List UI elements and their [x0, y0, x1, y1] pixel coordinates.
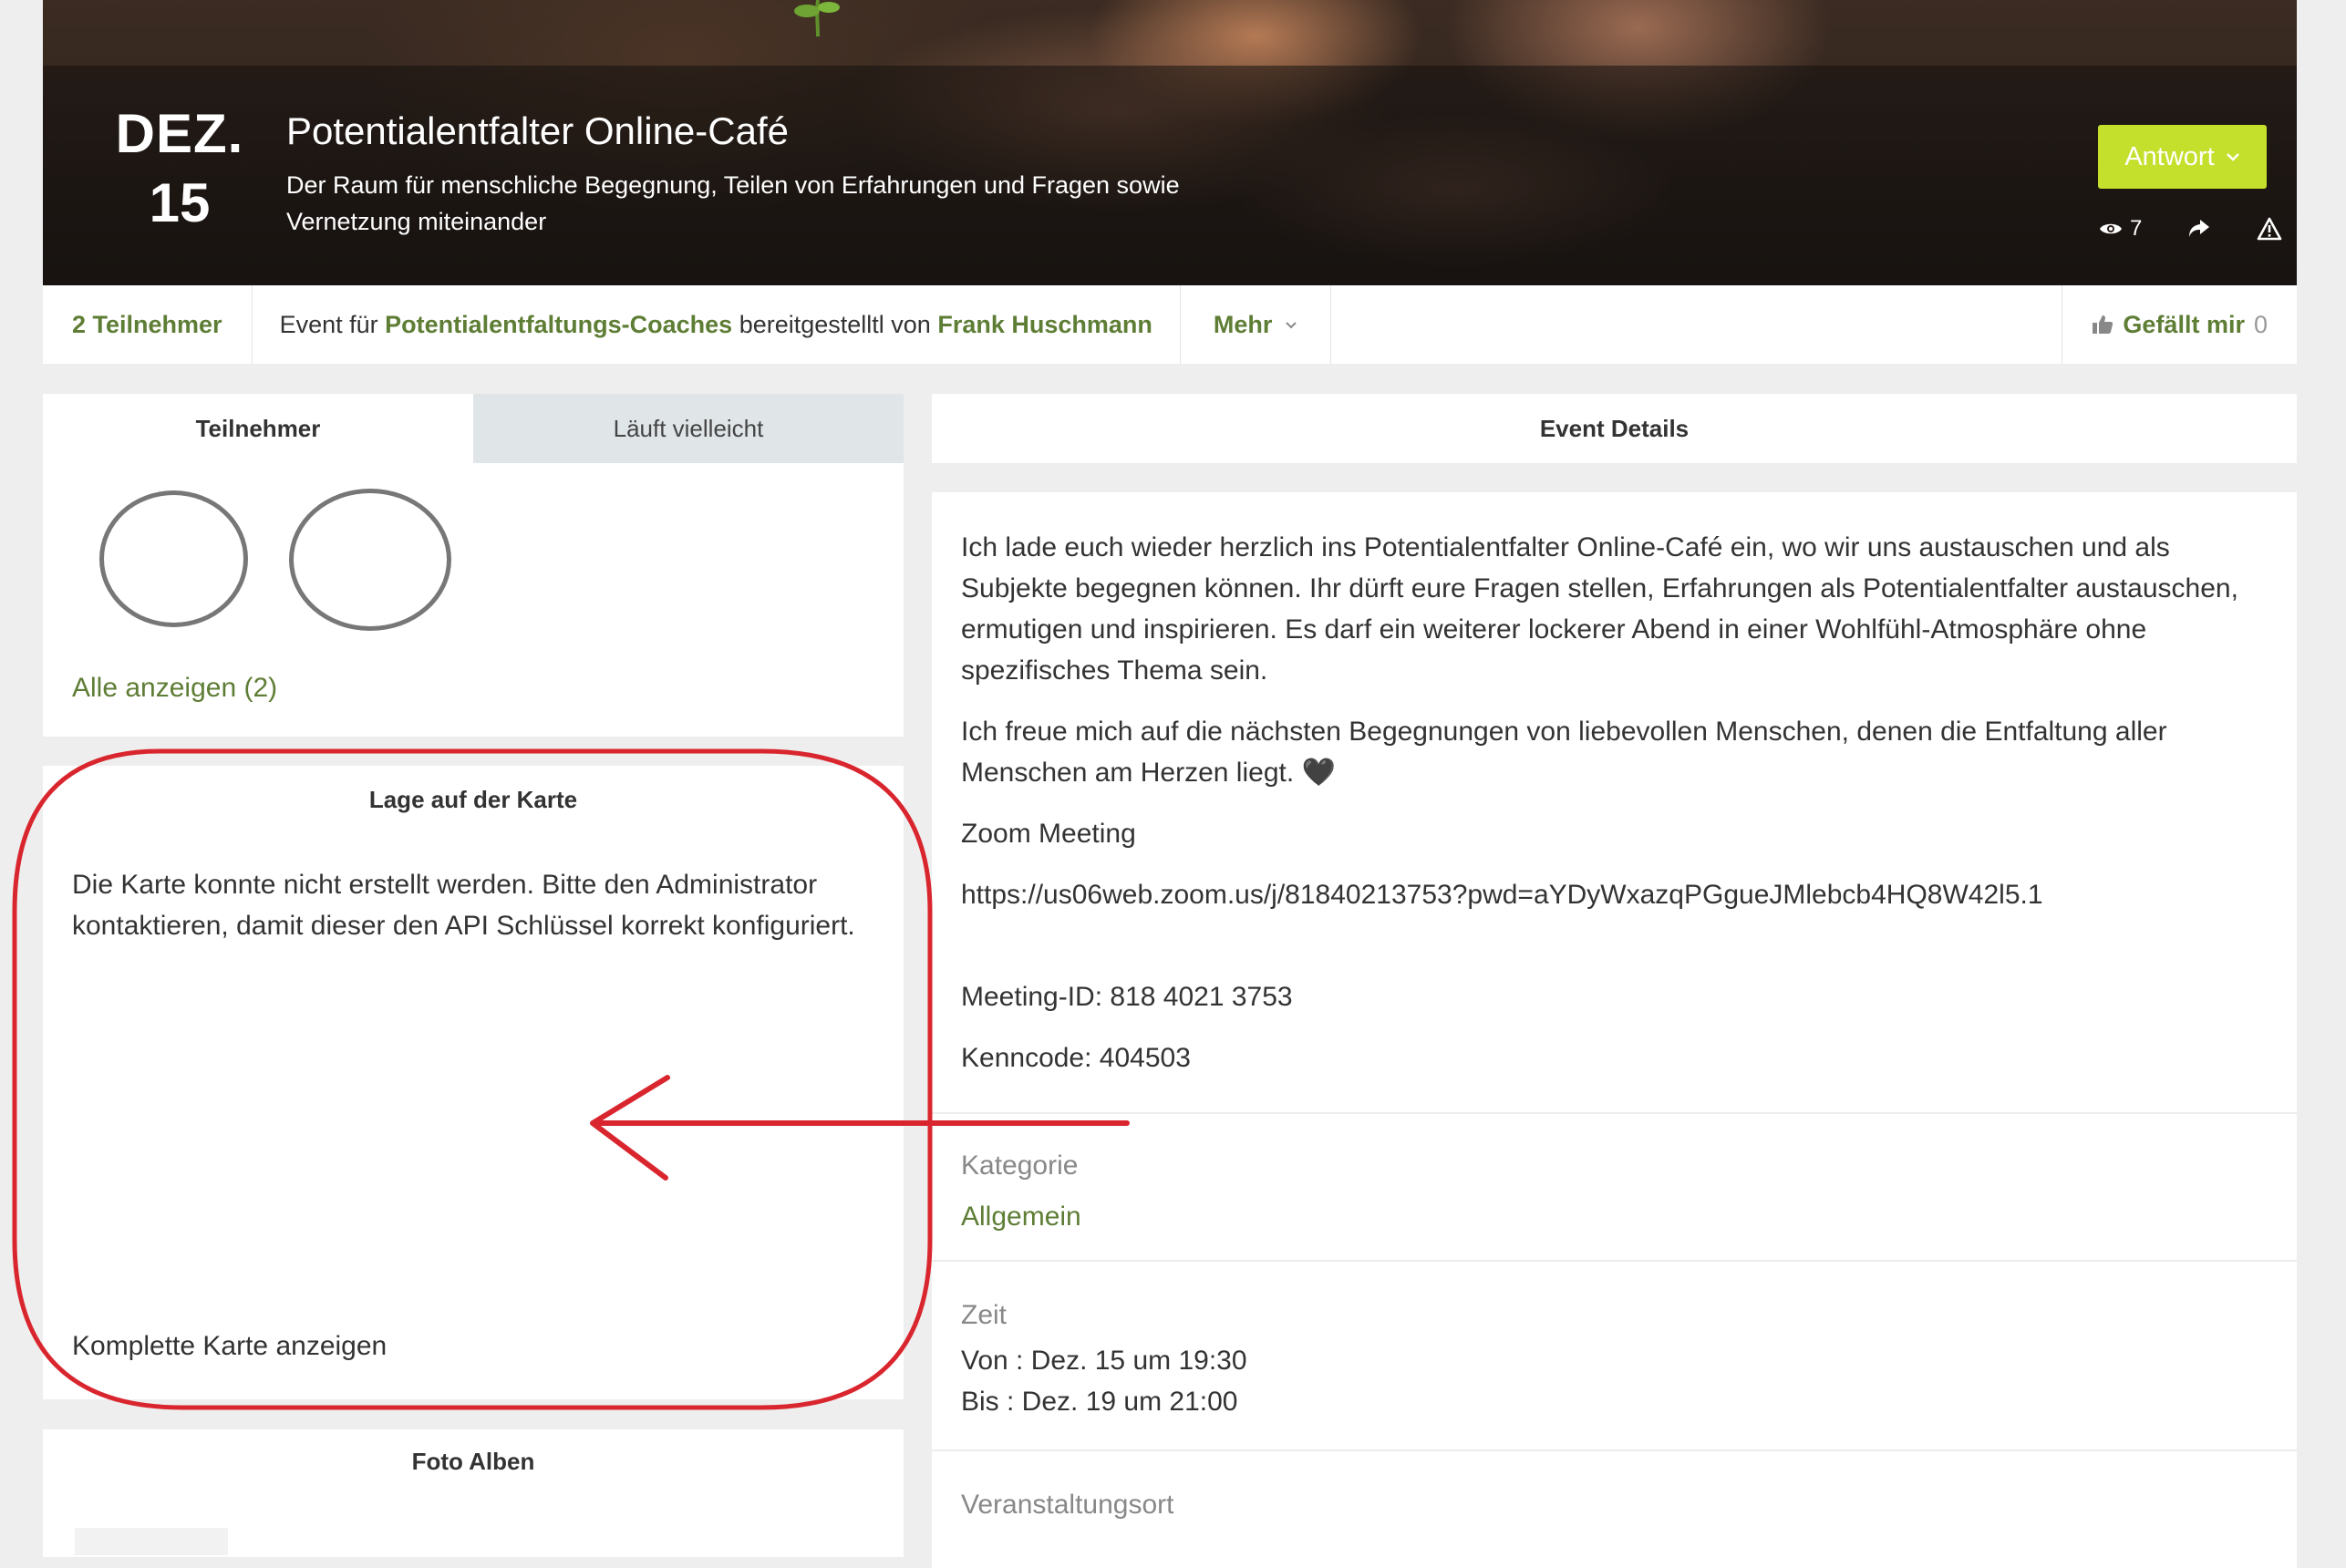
group-link[interactable]: Potentialentfaltungs-Coaches [385, 311, 732, 339]
photo-albums-widget: Foto Alben [43, 1429, 904, 1557]
divider [932, 1449, 2297, 1451]
zoom-url: https://us06web.zoom.us/j/81840213753?pw… [961, 880, 2043, 910]
view-count: 7 [2099, 216, 2142, 242]
thumbs-up-icon [2093, 315, 2113, 334]
reply-button[interactable]: Antwort [2098, 125, 2267, 189]
event-details-body: Ich lade euch wieder herzlich ins Potent… [932, 492, 2297, 1568]
event-info-bar: 2 Teilnehmer Event für Potentialentfaltu… [43, 285, 2297, 364]
category-label: Kategorie [961, 1150, 1079, 1181]
avatar[interactable] [99, 490, 248, 627]
category-link[interactable]: Allgemein [961, 1196, 1081, 1237]
like-count: 0 [2253, 310, 2268, 338]
venue-label: Veranstaltungsort [961, 1490, 1174, 1520]
full-map-link[interactable]: Komplette Karte anzeigen [72, 1331, 387, 1362]
event-stats: 7 [2099, 215, 2282, 242]
like-label: Gefällt mir [2123, 310, 2245, 338]
event-details-header: Event Details [932, 394, 2297, 463]
avatar[interactable] [289, 489, 451, 631]
event-date: DEZ. 15 [79, 102, 280, 235]
more-dropdown[interactable]: Mehr [1181, 285, 1332, 364]
attendee-panel: Alle anzeigen (2) [43, 463, 904, 737]
tab-maybe[interactable]: Läuft vielleicht [473, 394, 904, 463]
event-details-heading: Event Details [1539, 414, 1690, 442]
tab-going[interactable]: Teilnehmer [43, 394, 473, 463]
chevron-down-icon [2226, 153, 2239, 161]
reply-button-label: Antwort [2124, 141, 2215, 171]
event-host-line: Event für Potentialentfaltungs-Coaches b… [253, 285, 1181, 364]
event-prefix: Event für [279, 310, 378, 338]
participant-count-link[interactable]: 2 Teilnehmer [43, 285, 253, 364]
date-day: 15 [149, 172, 211, 233]
zoom-label: Zoom Meeting [961, 819, 1136, 849]
divider [932, 1260, 2297, 1262]
sprout-image [794, 0, 840, 36]
event-title: Potentialentfalter Online-Café [286, 109, 789, 152]
view-count-value: 7 [2130, 216, 2143, 241]
description-paragraph: Ich lade euch wieder herzlich ins Potent… [961, 532, 2238, 686]
show-all-attendees-link[interactable]: Alle anzeigen (2) [72, 673, 277, 704]
chevron-down-icon [1286, 321, 1297, 328]
divider [932, 1112, 2297, 1114]
eye-icon [2100, 223, 2122, 234]
time-to: Bis : Dez. 19 um 21:00 [961, 1387, 1238, 1417]
map-widget: Lage auf der Karte Die Karte konnte nich… [43, 766, 904, 1399]
time-label: Zeit [961, 1300, 1008, 1330]
event-subtitle: Der Raum für menschliche Begegnung, Teil… [286, 171, 1180, 235]
meeting-passcode: Kenncode: 404503 [961, 1043, 1191, 1073]
album-thumbnail[interactable] [75, 1528, 228, 1555]
event-cover: DEZ. 15 Potentialentfalter Online-Café D… [43, 0, 2297, 285]
attendee-tabs: Teilnehmer Läuft vielleicht [43, 394, 904, 463]
description-paragraph: Ich freue mich auf die nächsten Begegnun… [961, 717, 2167, 788]
provided-by-text: bereitgestelltl von [739, 310, 931, 338]
time-from: Von : Dez. 15 um 19:30 [961, 1346, 1247, 1376]
organizer-link[interactable]: Frank Huschmann [937, 311, 1152, 339]
report-warning-icon[interactable] [2257, 217, 2282, 241]
date-month: DEZ. [115, 103, 244, 164]
meeting-id: Meeting-ID: 818 4021 3753 [961, 982, 1293, 1012]
event-description: Ich lade euch wieder herzlich ins Potent… [961, 527, 2256, 1099]
photo-albums-heading: Foto Alben [411, 1448, 535, 1475]
like-button[interactable]: Gefällt mir 0 [2062, 285, 2297, 364]
map-error-message: Die Karte konnte nicht erstellt werden. … [72, 870, 855, 941]
more-label: Mehr [1213, 310, 1273, 338]
map-heading: Lage auf der Karte [368, 786, 578, 813]
share-icon[interactable] [2187, 218, 2211, 240]
